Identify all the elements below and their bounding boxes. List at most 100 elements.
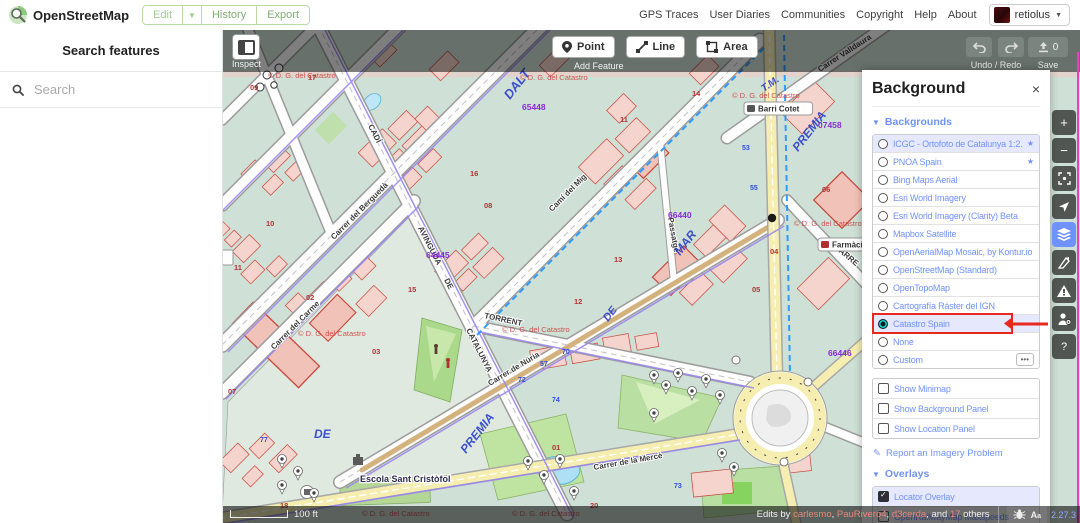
background-option-icgc-ortofoto-de-catalunya-1-2-500-vigent[interactable]: ICGC - Ortofoto de Catalunya 1:2.500 vig…	[873, 135, 1039, 152]
background-option-catastro-spain[interactable]: Catastro Spain	[872, 313, 1048, 334]
radio-icon[interactable]	[878, 318, 888, 329]
radio-icon[interactable]	[878, 192, 888, 203]
radio-icon[interactable]	[878, 156, 888, 167]
issues-button[interactable]	[1052, 278, 1076, 303]
checkbox-icon[interactable]	[878, 423, 889, 434]
nav-link-copyright[interactable]: Copyright	[856, 9, 903, 21]
svg-text:© D. G. del Catastro: © D. G. del Catastro	[298, 329, 366, 338]
inspect-icon	[237, 39, 255, 55]
bearing-button[interactable]	[1052, 194, 1076, 219]
roundabout	[732, 370, 828, 466]
svg-text:Barri Cotet: Barri Cotet	[758, 105, 800, 114]
background-option-esri-world-imagery[interactable]: Esri World Imagery	[873, 188, 1039, 206]
toggle-show-minimap[interactable]: Show Minimap	[873, 379, 1039, 398]
undo-button[interactable]	[966, 37, 992, 57]
overlay-option-label: Locator Overlay	[894, 491, 955, 502]
svg-text:73: 73	[674, 483, 682, 490]
overlay-option-locator-overlay[interactable]: Locator Overlay	[873, 487, 1039, 506]
svg-text:16: 16	[470, 169, 478, 178]
map-data-button[interactable]	[1052, 250, 1076, 275]
custom-settings-button[interactable]: •••	[1015, 353, 1034, 366]
radio-icon[interactable]	[878, 336, 888, 347]
save-label: Save	[1037, 60, 1059, 70]
background-option-esri-world-imagery-clarity-beta[interactable]: Esri World Imagery (Clarity) Beta	[873, 206, 1039, 224]
radio-icon[interactable]	[878, 246, 888, 257]
svg-text:03: 03	[372, 347, 380, 356]
help-button[interactable]: ?	[1052, 334, 1076, 359]
svg-text:64445: 64445	[426, 250, 450, 260]
add-line-button[interactable]: Line	[625, 36, 686, 58]
svg-text:DE: DE	[314, 427, 332, 441]
svg-text:08: 08	[484, 201, 492, 210]
map-canvas[interactable]: © D. G. del Catastro © D. G. del Catastro…	[222, 30, 1080, 523]
background-option-label: OpenStreetMap (Standard)	[893, 264, 997, 275]
preferences-button[interactable]	[1052, 306, 1076, 331]
favorite-star-icon[interactable]: ★	[1027, 157, 1034, 166]
background-option-openstreetmap-standard-[interactable]: OpenStreetMap (Standard)	[873, 260, 1039, 278]
toggle-show-location-panel[interactable]: Show Location Panel	[873, 418, 1039, 438]
overlays-section-header[interactable]: ▼ Overlays	[872, 468, 1040, 480]
poi-pill-barri-cotet[interactable]: Barri Cotet	[743, 101, 814, 116]
inspect-toggle-button[interactable]	[232, 34, 260, 60]
contributor-link[interactable]: carlesmo	[793, 509, 832, 520]
add-point-button[interactable]: Point	[552, 36, 615, 58]
checkbox-icon[interactable]	[878, 490, 889, 502]
checkbox-icon[interactable]	[878, 383, 889, 394]
history-button[interactable]: History	[200, 5, 258, 25]
edit-dropdown-caret[interactable]: ▼	[182, 5, 202, 25]
radio-icon[interactable]	[878, 354, 888, 365]
background-settings-button[interactable]	[1052, 222, 1076, 247]
background-option-cartograf-a-r-ster-del-ign[interactable]: Cartografía Ráster del IGN	[873, 296, 1039, 314]
radio-icon[interactable]	[878, 228, 888, 239]
search-input[interactable]	[32, 81, 196, 98]
radio-icon[interactable]	[878, 210, 888, 221]
svg-text:© D. G. del Catastro: © D. G. del Catastro	[502, 325, 570, 334]
report-imagery-problem-link[interactable]: ✎ Report an Imagery Problem	[873, 448, 1039, 459]
redo-icon	[1004, 41, 1018, 53]
user-menu[interactable]: retiolus ▼	[988, 4, 1070, 26]
nav-link-about[interactable]: About	[948, 9, 977, 21]
contributor-link[interactable]: d3cerda	[892, 509, 926, 520]
others-count-link[interactable]: 17	[950, 509, 961, 520]
radio-icon[interactable]	[878, 138, 888, 149]
background-option-openaerialmap-mosaic-by-kontur-io[interactable]: OpenAerialMap Mosaic, by Kontur.io	[873, 242, 1039, 260]
username: retiolus	[1014, 9, 1051, 21]
background-option-custom[interactable]: Custom •••	[873, 350, 1039, 368]
contributor-link[interactable]: PauRivero4	[837, 509, 887, 520]
redo-button[interactable]	[998, 37, 1024, 57]
favorite-star-icon[interactable]: ★	[1027, 139, 1034, 148]
checkbox-icon[interactable]	[878, 403, 889, 414]
save-button[interactable]: 0	[1028, 37, 1068, 57]
nav-link-user-diaries[interactable]: User Diaries	[709, 9, 770, 21]
zoom-out-button[interactable]: −	[1052, 138, 1076, 163]
brand[interactable]: OpenStreetMap	[0, 5, 129, 25]
radio-icon[interactable]	[878, 174, 888, 185]
background-option-mapbox-satellite[interactable]: Mapbox Satellite	[873, 224, 1039, 242]
background-option-bing-maps-aerial[interactable]: Bing Maps Aerial	[873, 170, 1039, 188]
nav-link-help[interactable]: Help	[914, 9, 937, 21]
background-option-none[interactable]: None	[873, 332, 1039, 350]
close-icon[interactable]: ×	[1032, 81, 1040, 97]
radio-icon[interactable]	[878, 264, 888, 275]
add-feature-buttons: Point Line Area	[552, 36, 758, 58]
radio-icon[interactable]	[878, 300, 888, 311]
edit-button[interactable]: Edit	[142, 5, 184, 25]
version-link[interactable]: 2.27.3	[1051, 510, 1076, 520]
radio-icon[interactable]	[878, 282, 888, 293]
nav-link-communities[interactable]: Communities	[781, 9, 845, 21]
user-avatar	[993, 7, 1010, 23]
bug-report-icon[interactable]	[1013, 509, 1026, 520]
export-button[interactable]: Export	[256, 5, 310, 25]
toggle-show-background-panel[interactable]: Show Background Panel	[873, 398, 1039, 418]
geolocate-button[interactable]	[1052, 166, 1076, 191]
zoom-in-button[interactable]: +	[1052, 110, 1076, 135]
background-option-opentopomap[interactable]: OpenTopoMap	[873, 278, 1039, 296]
chevron-down-icon: ▼	[872, 117, 880, 127]
background-option-pnoa-spain[interactable]: PNOA Spain ★	[873, 152, 1039, 170]
nav-link-gps-traces[interactable]: GPS Traces	[639, 9, 698, 21]
backgrounds-section-header[interactable]: ▼ Backgrounds	[872, 116, 1040, 128]
svg-text:04: 04	[770, 247, 779, 256]
osm-logo-icon	[9, 6, 27, 24]
add-area-button[interactable]: Area	[696, 36, 758, 58]
translate-icon[interactable]: Aa	[1031, 510, 1041, 520]
